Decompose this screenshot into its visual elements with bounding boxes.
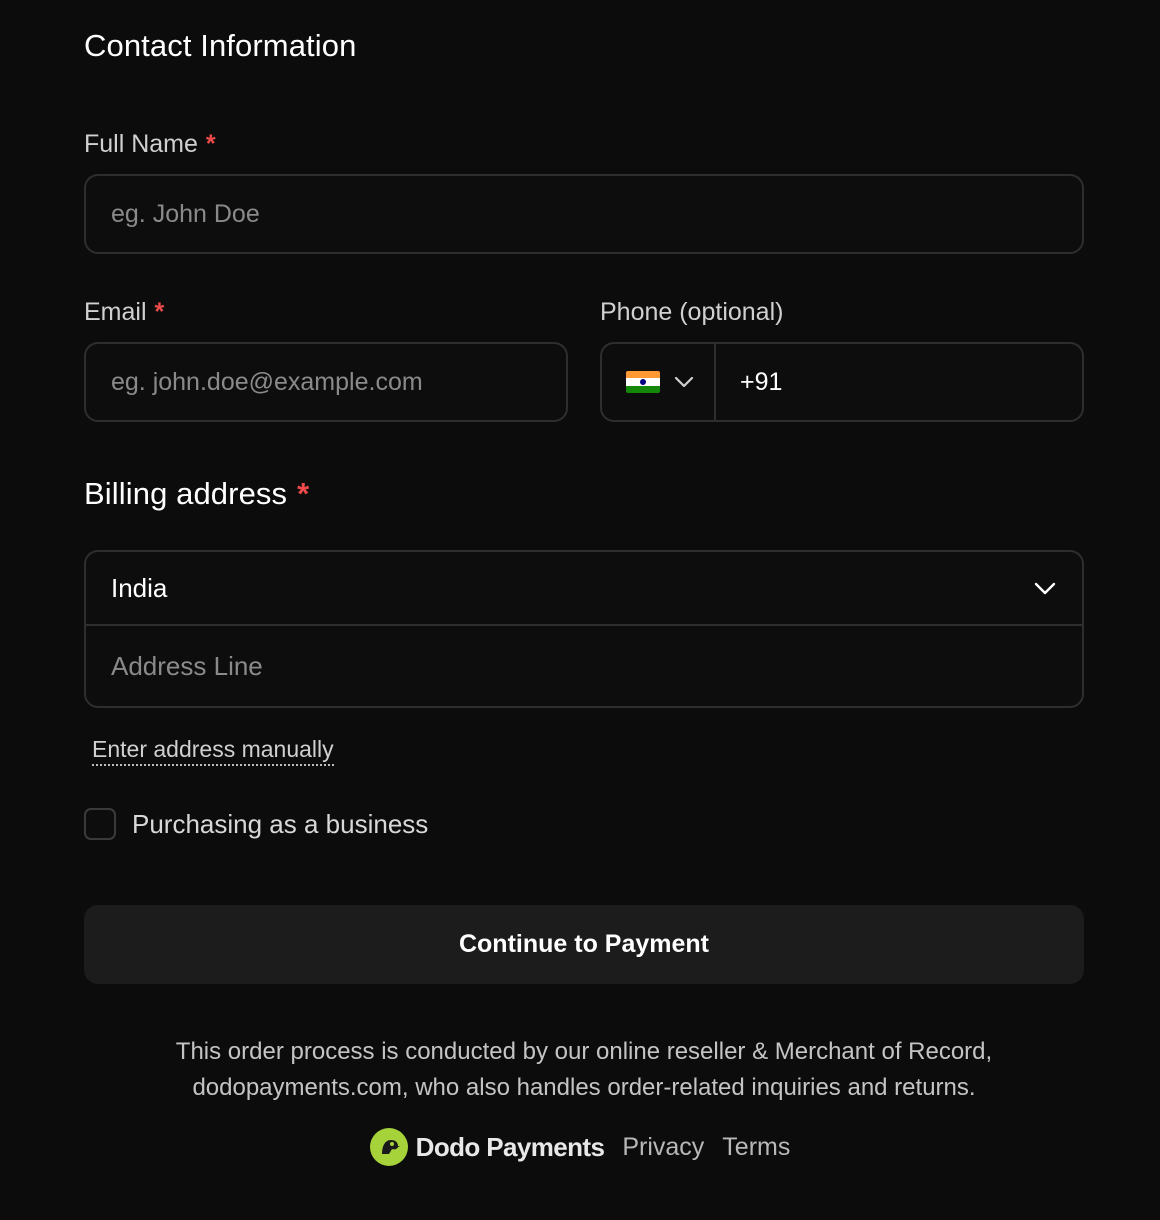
footer: Dodo Payments Privacy Terms [0, 1128, 1160, 1166]
continue-to-payment-button[interactable]: Continue to Payment [84, 905, 1084, 984]
billing-address-box: India Address Line [84, 550, 1084, 708]
dodo-logo-icon [369, 1128, 408, 1166]
chevron-down-icon [1034, 582, 1056, 594]
address-line-input[interactable]: Address Line [86, 626, 1082, 706]
disclaimer-line-1: This order process is conducted by our o… [175, 1038, 993, 1065]
checkout-page: Contact Information Full Name* Email* Ph… [0, 0, 1160, 1220]
full-name-label-text: Full Name [84, 130, 198, 158]
contact-section-title: Contact Information [84, 28, 357, 63]
merchant-disclaimer: This order process is conducted by our o… [84, 1034, 1084, 1106]
terms-link[interactable]: Terms [722, 1133, 790, 1162]
enter-address-manually-link[interactable]: Enter address manually [92, 736, 334, 766]
india-flag-icon [626, 371, 660, 393]
email-field[interactable] [84, 342, 568, 422]
email-input[interactable] [111, 367, 566, 397]
phone-input[interactable]: +91 [716, 344, 1082, 420]
brand-name: Dodo Payments [415, 1131, 605, 1162]
billing-section-title: Billing address * [84, 476, 309, 512]
country-select[interactable]: India [86, 552, 1082, 626]
full-name-input[interactable] [111, 199, 1082, 229]
full-name-label: Full Name * [84, 130, 216, 159]
email-label-text: Email [84, 298, 147, 326]
chevron-down-icon [674, 376, 694, 388]
full-name-field[interactable] [84, 174, 1084, 254]
billing-title-text: Billing address [84, 476, 288, 511]
phone-field: +91 [600, 342, 1084, 422]
business-checkbox-label[interactable]: Purchasing as a business [132, 809, 428, 840]
business-checkbox-row: Purchasing as a business [84, 808, 428, 840]
required-marker: * [205, 130, 216, 158]
disclaimer-line-2: dodopayments.com, who also handles order… [192, 1074, 976, 1101]
required-marker: * [297, 476, 310, 511]
email-label: Email * [84, 298, 164, 327]
privacy-link[interactable]: Privacy [622, 1133, 704, 1162]
required-marker: * [154, 298, 165, 326]
country-select-value: India [111, 572, 168, 603]
phone-country-picker[interactable] [602, 344, 716, 420]
phone-label: Phone (optional) [600, 298, 784, 326]
business-checkbox[interactable] [84, 808, 116, 840]
brand[interactable]: Dodo Payments [369, 1128, 605, 1166]
